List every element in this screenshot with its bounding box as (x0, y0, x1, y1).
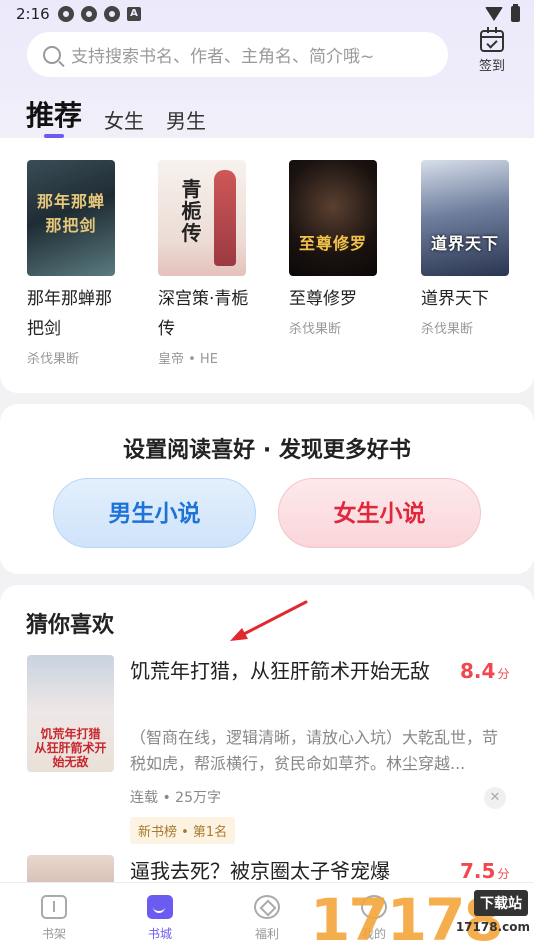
search-placeholder: 支持搜索书名、作者、主角名、简介哦~ (71, 47, 375, 67)
status-time: 2:16 (16, 5, 50, 23)
rank-badge: 新书榜 • 第1名 (130, 817, 236, 844)
battery-icon (511, 4, 520, 22)
cover-text: 道界天下 (430, 234, 499, 253)
nav-bookshelf[interactable]: 书架 (24, 895, 84, 942)
a-badge-icon: A (127, 7, 141, 21)
category-tabs: 推荐 女生 男生 (26, 94, 206, 134)
signin-button[interactable]: 签到 (470, 27, 514, 74)
book-cover: 至尊修罗 (289, 160, 377, 276)
notification-icons: A (58, 6, 141, 22)
book-cover: 饥荒年打猎 从狂肝箭术开始无敌 (27, 655, 114, 772)
book-title: 至尊修罗 (289, 289, 357, 309)
tab-female[interactable]: 女生 (104, 105, 144, 134)
book-cover: 青 栀 传 (158, 160, 246, 276)
bookstore-icon (147, 895, 173, 919)
watermark-badge: 下载站 (474, 890, 528, 916)
cover-text: 那年那蝉 那把剑 (36, 192, 105, 235)
cover-text: 饥荒年打猎 从狂肝箭术开始无敌 (34, 727, 107, 769)
close-icon[interactable]: ✕ (484, 787, 506, 809)
tab-recommend[interactable]: 推荐 (26, 94, 82, 134)
book-title: 深宫策·青栀传 (158, 289, 249, 339)
status-right (485, 4, 520, 22)
item-description: （智商在线，逻辑清晰，请放心入坑）大乾乱世，苛税如虎，帮派横行，贫民命如草芥。林… (130, 728, 499, 773)
nav-welfare[interactable]: 福利 (237, 895, 297, 942)
nav-label: 福利 (254, 927, 279, 941)
nav-bookstore[interactable]: 书城 (130, 895, 190, 942)
site-watermark: 17178 下载站 17178.com (310, 884, 534, 950)
book-cover: 道界天下 (421, 160, 509, 276)
guess-title: 猜你喜欢 (26, 613, 115, 638)
app-notification-icon (58, 6, 74, 22)
calendar-check-icon (480, 27, 504, 52)
item-meta: 连载 • 25万字 (130, 790, 221, 806)
book-author: 皇帝 • HE (158, 352, 218, 367)
tab-male[interactable]: 男生 (166, 105, 206, 134)
nav-label: 书城 (147, 927, 172, 941)
book-author: 杀伐果断 (27, 352, 80, 367)
preference-title: 设置阅读喜好 · 发现更多好书 (123, 438, 411, 463)
book-title: 那年那蝉那把剑 (27, 289, 112, 339)
book-title: 道界天下 (421, 289, 489, 309)
book-card[interactable]: 至尊修罗 至尊修罗 杀伐果断 (289, 160, 379, 337)
book-card[interactable]: 道界天下 道界天下 杀伐果断 (421, 160, 511, 337)
cover-text: 至尊修罗 (298, 234, 367, 253)
male-novel-button[interactable]: 男生小说 (53, 478, 256, 548)
search-input[interactable]: 支持搜索书名、作者、主角名、简介哦~ (27, 32, 448, 77)
item-title: 逼我去死？被京圈太子爷宠爆 (130, 859, 390, 883)
book-cover: 那年那蝉 那把剑 (27, 160, 115, 276)
bookshelf-icon (41, 895, 67, 919)
signin-label: 签到 (478, 59, 505, 74)
nav-label: 书架 (41, 927, 66, 941)
female-novel-button[interactable]: 女生小说 (278, 478, 481, 548)
watermark-url: 17178.com (455, 920, 530, 934)
book-card[interactable]: 那年那蝉 那把剑 那年那蝉那把剑 杀伐果断 (27, 160, 117, 367)
book-author: 杀伐果断 (289, 322, 342, 337)
list-item[interactable]: 饥荒年打猎 从狂肝箭术开始无敌 饥荒年打猎，从狂肝箭术开始无敌 8.4 分 （智商… (0, 655, 534, 845)
list-item[interactable]: 逼我去死？被京圈太子爷宠爆 7.5 分 (0, 855, 534, 885)
book-author: 杀伐果断 (421, 322, 474, 337)
item-score: 8.4 分 (460, 659, 510, 683)
app-notification-icon (81, 6, 97, 22)
book-card[interactable]: 青 栀 传 深宫策·青栀传 皇帝 • HE (158, 160, 248, 367)
app-notification-icon (104, 6, 120, 22)
preference-section: 设置阅读喜好 · 发现更多好书 男生小说 女生小说 (0, 404, 534, 574)
annotation-arrow-icon (230, 600, 308, 641)
wifi-icon (485, 7, 503, 21)
recommend-section: 那年那蝉 那把剑 那年那蝉那把剑 杀伐果断 青 栀 传 深宫策·青栀传 皇帝 •… (0, 138, 534, 393)
item-title: 饥荒年打猎，从狂肝箭术开始无敌 (130, 659, 430, 683)
search-icon (43, 45, 61, 64)
welfare-icon (254, 895, 280, 919)
book-cover (27, 855, 114, 885)
item-score: 7.5 分 (460, 859, 510, 883)
status-bar: 2:16 A (0, 0, 534, 28)
